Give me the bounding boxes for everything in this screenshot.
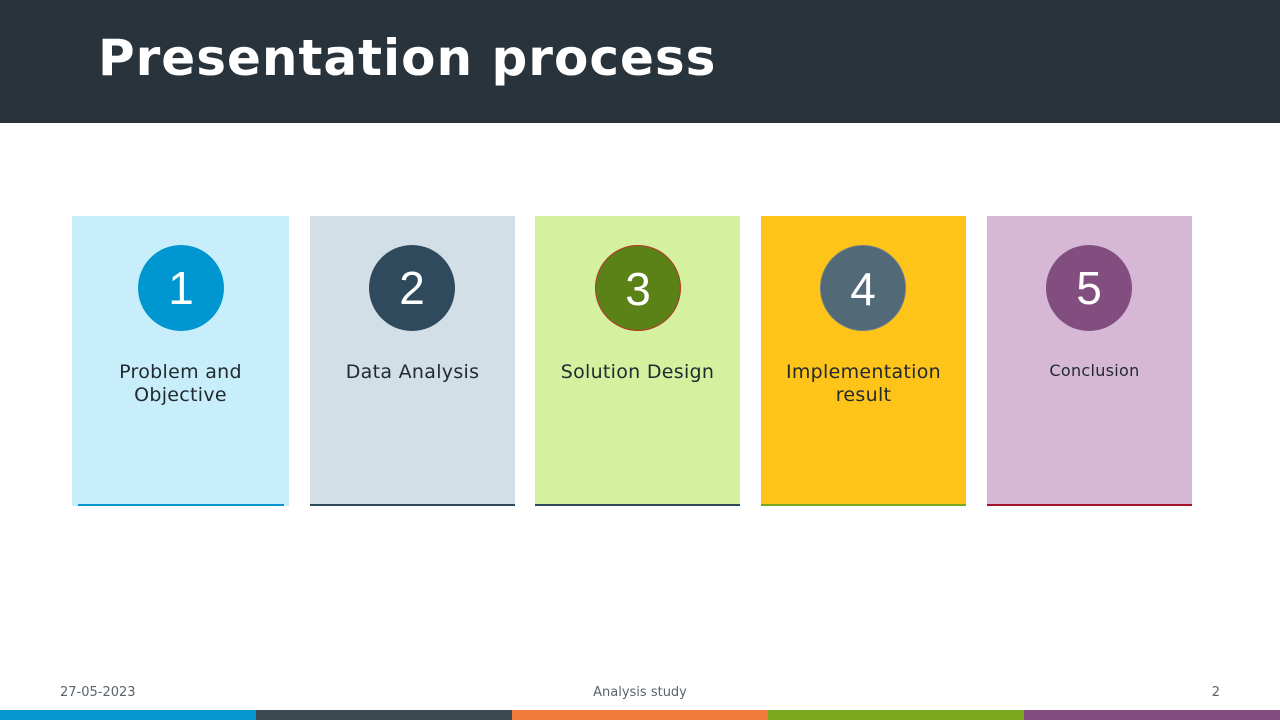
step-label: Implementation result (785, 361, 942, 406)
step-label: Problem and Objective (119, 361, 242, 406)
card-underline (310, 504, 515, 506)
card-underline (987, 504, 1192, 506)
step-label: Conclusion (1049, 361, 1140, 380)
step-card-4[interactable]: 4 Implementation result (761, 216, 966, 506)
step-card-5[interactable]: 5 Conclusion (987, 216, 1192, 506)
accent-segment (0, 710, 256, 720)
accent-segment (256, 710, 512, 720)
step-number-badge: 5 (1046, 245, 1132, 331)
step-label: Data Analysis (345, 361, 480, 383)
step-number-badge: 1 (138, 245, 224, 331)
card-underline (78, 504, 284, 506)
accent-segment (512, 710, 768, 720)
step-card-1[interactable]: 1 Problem and Objective (72, 216, 289, 506)
card-underline (761, 504, 966, 506)
card-underline (535, 504, 740, 506)
step-number-badge: 4 (820, 245, 906, 331)
accent-color-bar (0, 710, 1280, 720)
accent-segment (1024, 710, 1280, 720)
step-card-2[interactable]: 2 Data Analysis (310, 216, 515, 506)
footer-date[interactable]: 27-05-2023 (60, 685, 136, 701)
step-number-badge: 3 (595, 245, 681, 331)
slide-number[interactable]: 2 (1180, 685, 1220, 701)
step-number-badge: 2 (369, 245, 455, 331)
step-card-3[interactable]: 3 Solution Design (535, 216, 740, 506)
title-bar: Presentation process (0, 0, 1280, 123)
footer-center-text[interactable]: Analysis study (540, 685, 740, 701)
accent-segment (768, 710, 1024, 720)
step-label: Solution Design (560, 361, 715, 383)
slide-title[interactable]: Presentation process (98, 28, 716, 88)
